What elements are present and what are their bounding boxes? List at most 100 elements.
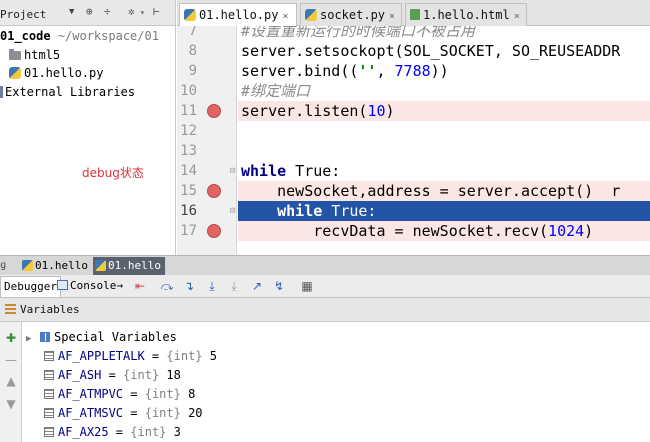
expand-arrow-icon[interactable]: ▶ (26, 330, 40, 349)
variable-row[interactable]: AF_ATMSVC = {int} 20 (44, 404, 203, 423)
step-into-my-code-icon[interactable]: ⤓ (205, 279, 219, 293)
debug-session-label: 01.hello (108, 259, 161, 272)
remove-watch-icon[interactable]: — (4, 353, 18, 367)
code-line-16-current: while True: (238, 201, 650, 221)
tree-item-label: html5 (24, 48, 61, 62)
line-number: 8 (188, 43, 197, 59)
variable-row[interactable]: AF_ASH = {int} 18 (44, 366, 181, 385)
line-number: 15 (180, 183, 197, 199)
hide-panel-icon[interactable]: ⊢ (153, 5, 160, 18)
tab-hello-html[interactable]: 1.hello.html × (405, 3, 527, 26)
project-panel-header: Project ▼ ⊕ ÷ ✲ ▾ ⊢ (0, 0, 175, 26)
project-panel-title[interactable]: Project (0, 8, 46, 21)
move-up-icon[interactable]: ▲ (4, 374, 18, 388)
tab-socket-py[interactable]: socket.py × (300, 3, 402, 26)
fold-icon[interactable]: ⊟ (230, 166, 235, 176)
line-number: 10 (180, 83, 197, 99)
fold-icon[interactable]: ⊟ (230, 206, 235, 216)
debug-state-annotation: debug状态 (82, 166, 144, 180)
code-number: 7788 (394, 62, 431, 80)
special-variables-row[interactable]: ▶ Special Variables (26, 328, 177, 347)
variable-type: {int} (144, 387, 181, 401)
tab-label: 01.hello.py (199, 8, 279, 22)
variable-icon (44, 427, 54, 437)
variable-row[interactable]: AF_APPLETALK = {int} 5 (44, 347, 217, 366)
show-execution-point-icon[interactable]: ⇤ (133, 279, 147, 293)
close-icon[interactable]: × (389, 11, 395, 22)
line-number: 16 (180, 203, 197, 219)
variable-row[interactable]: AF_ATMPVC = {int} 8 (44, 385, 195, 404)
debug-bug-icon[interactable]: ɡ (0, 257, 10, 276)
project-panel: Project ▼ ⊕ ÷ ✲ ▾ ⊢ 01_code ~/workspace/… (0, 0, 176, 255)
variable-name: AF_ATMPVC (58, 387, 124, 401)
chevron-down-icon[interactable]: ▼ (69, 7, 74, 17)
code-text: ) (385, 102, 395, 120)
tree-root[interactable]: 01_code ~/workspace/01 (0, 27, 159, 46)
debug-session-label: 01.hello (35, 259, 88, 272)
line-number: 9 (188, 63, 197, 79)
variable-name: AF_ATMSVC (58, 406, 124, 420)
target-icon[interactable]: ⊕ (86, 5, 93, 18)
variable-type: {int} (123, 368, 160, 382)
line-number: 14 (180, 163, 197, 179)
variable-icon (44, 389, 54, 399)
step-over-icon[interactable]: ⤼ (160, 279, 174, 293)
new-watch-icon[interactable]: ✚ (4, 331, 18, 345)
debug-session-tab-2[interactable]: 01.hello (93, 257, 165, 276)
breakpoint-icon[interactable] (207, 224, 221, 238)
special-variables-icon (40, 332, 50, 342)
code-editor[interactable]: 7 8 9 10 11 12 13 14 15 16 17 ⊟ ⊟ #设置重新运… (177, 26, 650, 255)
tab-console[interactable]: Console→ (54, 276, 126, 297)
variable-row[interactable]: AF_AX25 = {int} 3 (44, 423, 181, 442)
close-icon[interactable]: × (282, 11, 288, 22)
gear-icon[interactable]: ✲ (128, 5, 135, 18)
collapse-icon[interactable]: ÷ (104, 5, 111, 18)
tree-item-hello-py[interactable]: 01.hello.py (9, 64, 103, 83)
tree-item-external-libraries[interactable]: External Libraries (0, 83, 135, 102)
tab-hello-py[interactable]: 01.hello.py × (179, 3, 297, 27)
code-line-8: server.setsockopt(SOL_SOCKET, SO_REUSEAD… (238, 41, 650, 61)
code-line-15: newSocket,address = server.accept() r (238, 181, 650, 201)
close-icon[interactable]: × (514, 11, 520, 22)
library-icon (0, 86, 3, 98)
variable-value: 18 (166, 368, 181, 382)
line-number: 17 (180, 223, 197, 239)
code-comment: #设置重新运行的时候端口不被占用 (241, 26, 476, 40)
tab-label: 1.hello.html (423, 8, 510, 22)
breakpoint-icon[interactable] (207, 184, 221, 198)
variable-type: {int} (130, 425, 167, 439)
code-line-9: server.bind(('', 7788)) (238, 61, 650, 81)
settings-caret-icon[interactable]: ▾ (140, 8, 145, 17)
variable-icon (44, 370, 54, 380)
variable-type: {int} (166, 349, 203, 363)
project-root-path: ~/workspace/01 (57, 29, 159, 43)
debug-run-tab-bar: ɡ 01.hello 01.hello (0, 255, 650, 276)
code-comment: #绑定端口 (241, 82, 311, 100)
tree-item-label: 01.hello.py (24, 66, 104, 80)
editor-gutter[interactable]: 7 8 9 10 11 12 13 14 15 16 17 ⊟ ⊟ (177, 26, 237, 255)
folder-icon (9, 49, 21, 60)
force-step-into-icon[interactable]: ⤓ (227, 279, 241, 293)
tree-item-html5[interactable]: html5 (9, 46, 60, 65)
debug-session-tab-1[interactable]: 01.hello (20, 257, 92, 276)
line-number: 13 (180, 143, 197, 159)
code-line-17: recvData = newSocket.recv(1024) (238, 221, 650, 241)
evaluate-expression-icon[interactable]: ▦ (300, 279, 314, 293)
move-down-icon[interactable]: ▼ (4, 397, 18, 411)
code-text: newSocket,address = server.accept() r (241, 182, 621, 200)
variables-side-toolbar: ✚ — ▲ ▼ (0, 322, 22, 442)
tab-debugger[interactable]: Debugger (0, 276, 61, 297)
breakpoint-icon[interactable] (207, 104, 221, 118)
step-out-icon[interactable]: ↗ (250, 279, 264, 293)
code-line-10: #绑定端口 (238, 81, 650, 101)
step-into-icon[interactable]: ↴ (182, 279, 196, 293)
code-keyword: while (277, 202, 323, 220)
project-root-name: 01_code (0, 29, 51, 43)
tab-label: socket.py (320, 8, 386, 22)
run-to-cursor-icon[interactable]: ↯ (272, 279, 286, 293)
special-variables-label: Special Variables (54, 330, 177, 344)
variable-value: 8 (188, 387, 196, 401)
python-file-icon (95, 260, 106, 271)
variables-title: Variables (20, 303, 80, 316)
